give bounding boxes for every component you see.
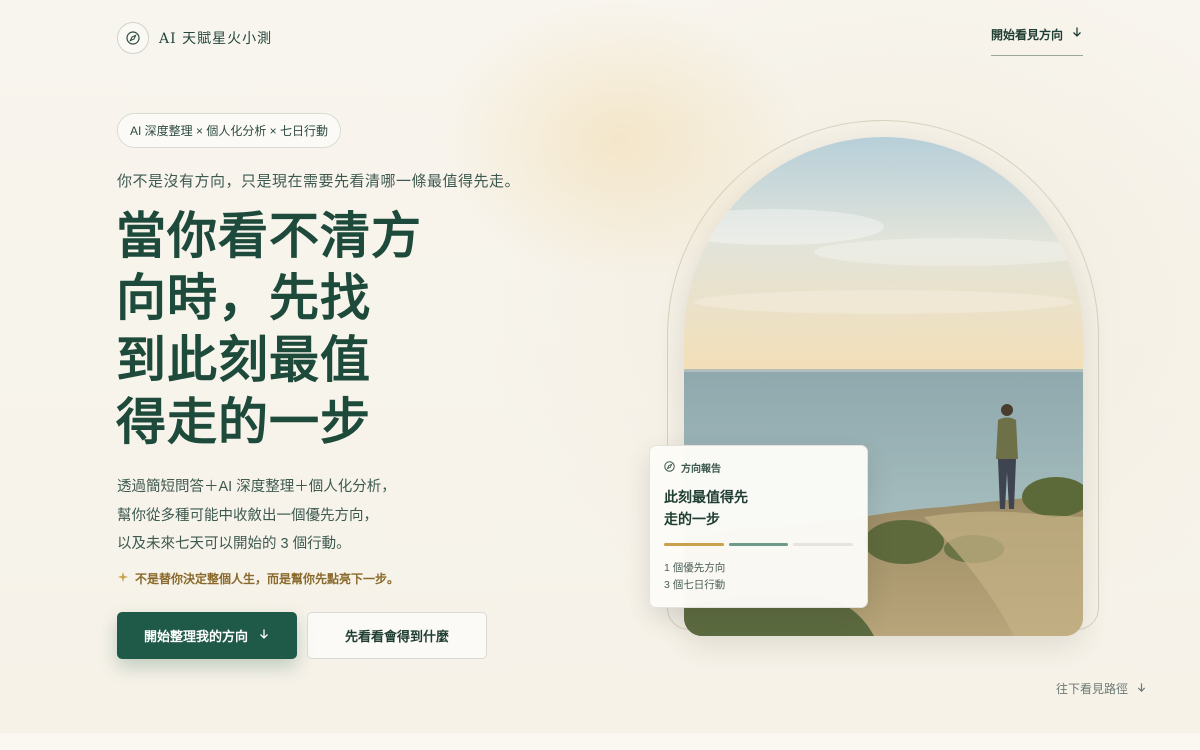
sparkle-icon [117, 571, 129, 586]
progress-segment-gold [664, 543, 724, 546]
headline-line: 當你看不清方 [116, 206, 422, 265]
arrow-down-icon [1136, 682, 1147, 696]
intro-text: 你不是沒有方向，只是現在需要先看清哪一條最值得先走。 [117, 172, 521, 190]
headline-line: 到此刻最值 [116, 330, 371, 389]
list-item: 3 個七日行動 [664, 579, 726, 591]
direction-report-card: 方向報告 此刻最值得先 走的一步 1 個優先方向 3 個七日行動 [649, 445, 868, 608]
primary-button-label: 開始整理我的方向 [143, 629, 248, 644]
headline-line: 向時，先找 [116, 268, 371, 327]
compass-icon [664, 460, 675, 475]
hero-note: 不是替你決定整個人生，而是幫你先點亮下一步。 [117, 570, 399, 587]
secondary-button-label: 先看看會得到什麼 [344, 629, 449, 644]
description-line: 以及未來七天可以開始的 3 個行動。 [117, 536, 351, 552]
brand-name: AI 天賦星火小測 [159, 31, 273, 47]
report-tag-label: 方向報告 [681, 464, 721, 475]
description-line: 幫你從多種可能中收斂出一個優先方向， [117, 507, 378, 524]
compass-icon [117, 22, 149, 54]
headline-line: 得走的一步 [116, 392, 371, 451]
description-line: 透過簡短問答＋AI 深度整理＋個人化分析， [117, 479, 396, 495]
note-text: 不是替你決定整個人生，而是幫你先點亮下一步。 [135, 572, 400, 586]
report-title-line: 走的一步 [664, 512, 720, 528]
next-section-edge [0, 733, 1200, 750]
feature-tag-pill: AI 深度整理 × 個人化分析 × 七日行動 [117, 113, 342, 148]
progress-segment-track [793, 543, 854, 546]
brand[interactable]: AI 天賦星火小測 [117, 22, 272, 54]
report-progress [664, 543, 854, 546]
report-title-line: 此刻最值得先 [664, 490, 748, 506]
scroll-hint-label: 往下看見路徑 [1056, 682, 1129, 696]
preview-results-button[interactable]: 先看看會得到什麼 [307, 612, 487, 659]
hero-description: 透過簡短問答＋AI 深度整理＋個人化分析， 幫你從多種可能中收斂出一個優先方向，… [117, 473, 396, 559]
arrow-down-icon [1071, 26, 1083, 41]
report-card-list: 1 個優先方向 3 個七日行動 [664, 560, 853, 594]
nav-link-label: 開始看見方向 [991, 28, 1064, 42]
scroll-down-hint[interactable]: 往下看見路徑 [1056, 680, 1147, 697]
start-direction-link[interactable]: 開始看見方向 [991, 26, 1083, 56]
start-organizing-button[interactable]: 開始整理我的方向 [117, 612, 297, 659]
progress-segment-teal [728, 543, 789, 546]
list-item: 1 個優先方向 [664, 562, 726, 574]
report-card-title: 此刻最值得先 走的一步 [664, 487, 853, 531]
report-card-tag: 方向報告 [664, 460, 853, 475]
hero-headline: 當你看不清方 向時，先找 到此刻最值 得走的一步 [116, 205, 446, 453]
arrow-down-icon [258, 628, 270, 643]
